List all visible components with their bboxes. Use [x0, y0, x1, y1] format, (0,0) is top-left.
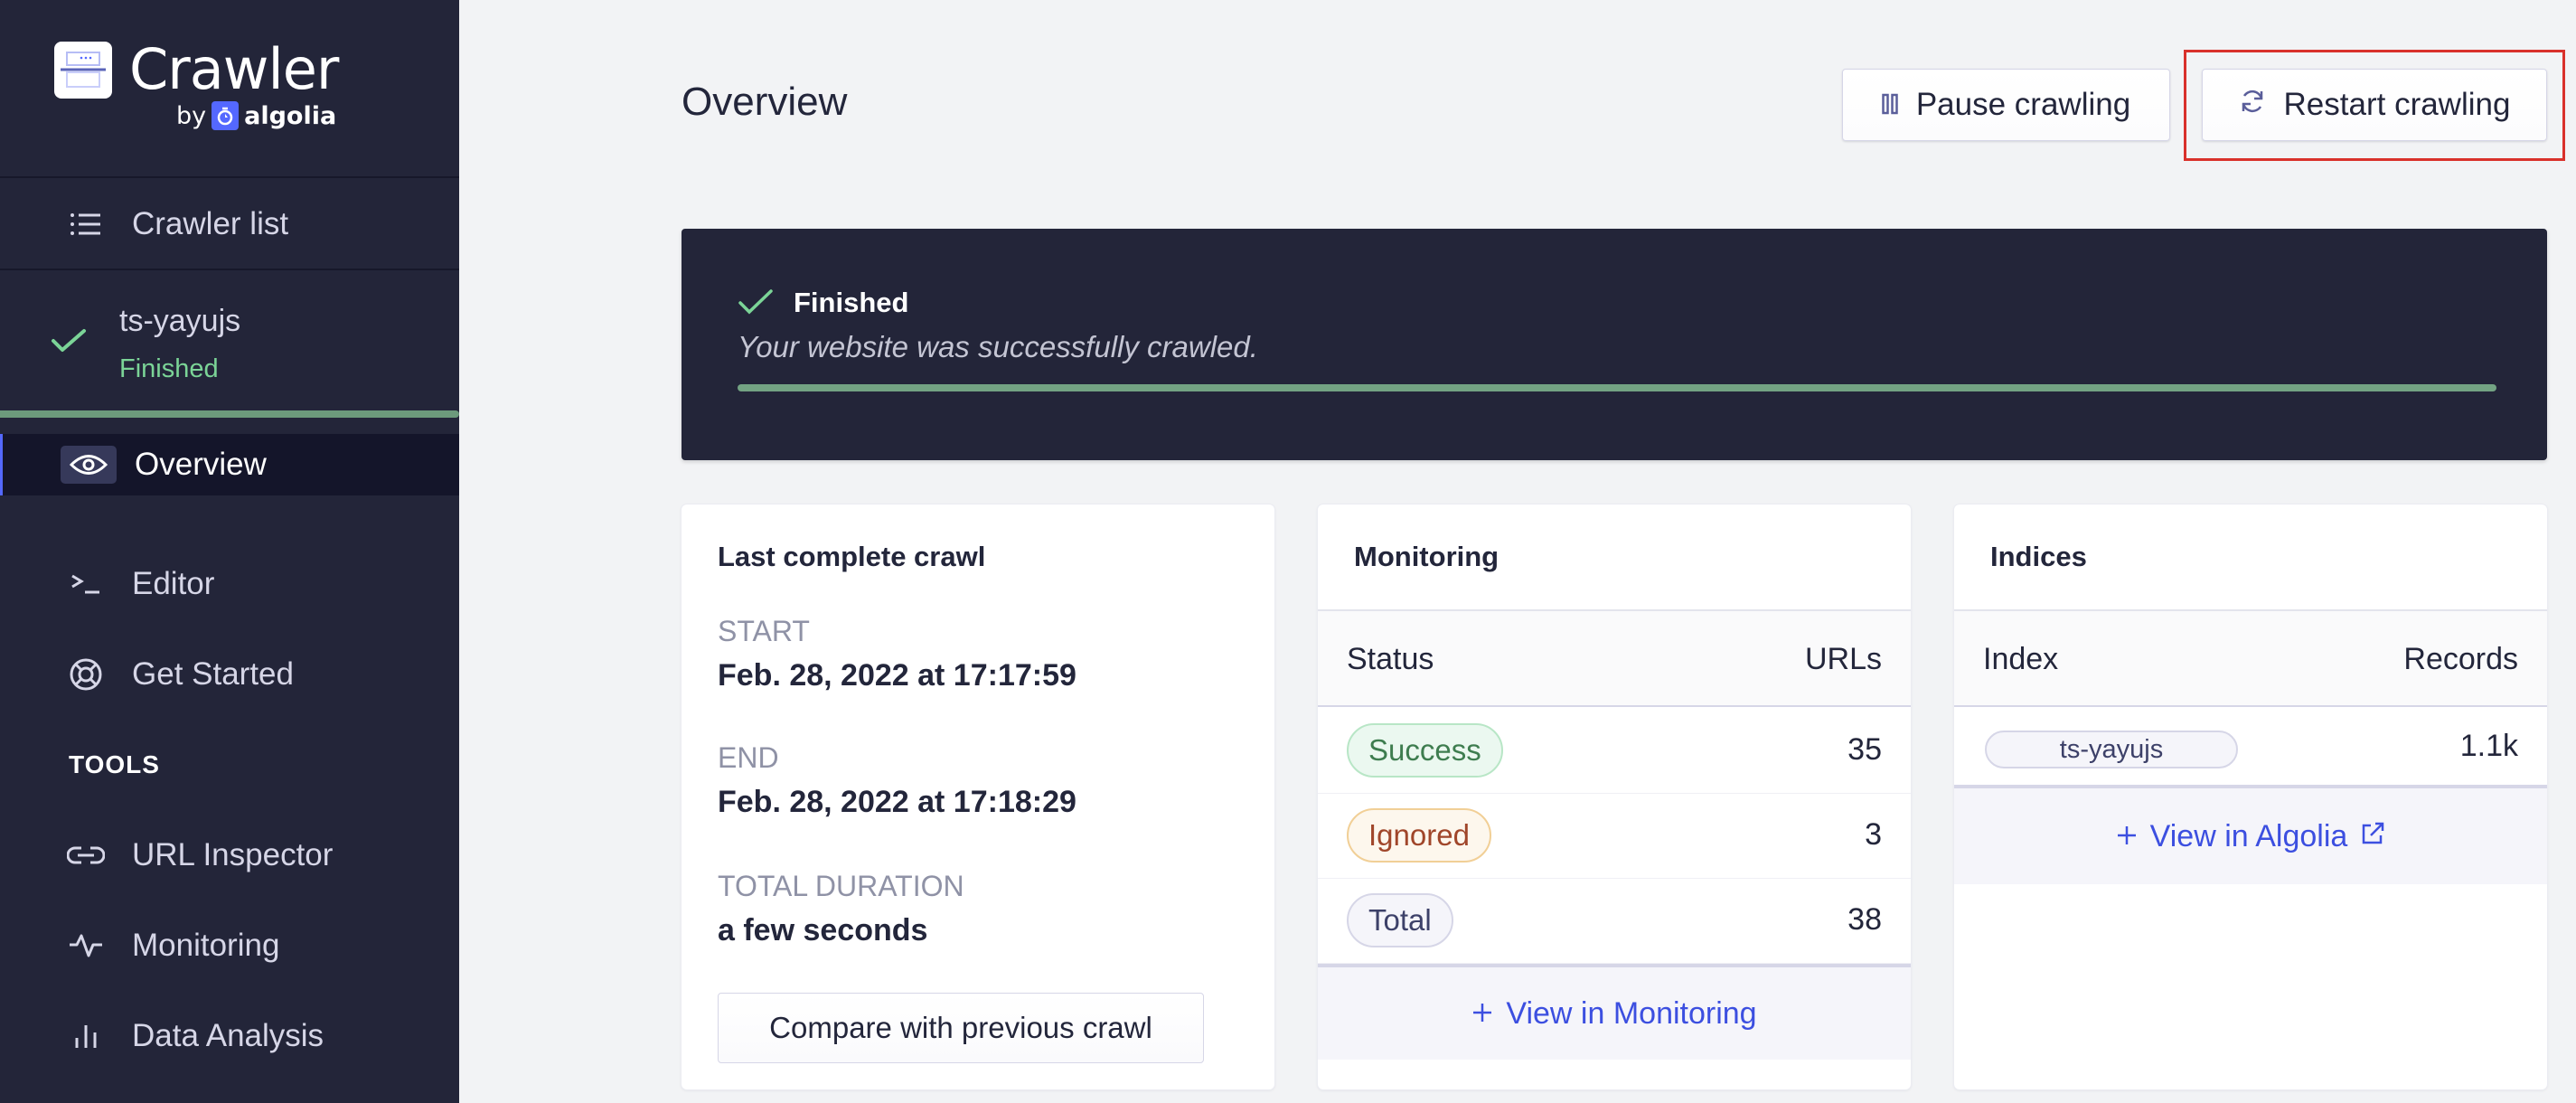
- terminal-icon: [67, 565, 105, 603]
- crawl-status-banner: Finished Your website was successfully c…: [682, 229, 2547, 460]
- table-row: Total 38: [1318, 879, 1911, 964]
- column-header-urls: URLs: [1804, 642, 1882, 676]
- last-crawl-card: Last complete crawl START Feb. 28, 2022 …: [682, 504, 1274, 1089]
- crawler-logo-icon: [54, 42, 112, 99]
- banner-progress-bar: [738, 384, 2496, 391]
- plus-icon: [2116, 819, 2138, 854]
- table-header: Status URLs: [1318, 609, 1911, 707]
- sidebar-item-label: Get Started: [132, 656, 294, 692]
- sidebar-item-label: Overview: [135, 447, 267, 482]
- current-crawler[interactable]: [0, 271, 459, 412]
- end-value: Feb. 28, 2022 at 17:18:29: [718, 785, 1076, 819]
- duration-label: TOTAL DURATION: [718, 870, 964, 902]
- algolia-logo-icon: [212, 101, 240, 130]
- tools-heading: TOOLS: [69, 750, 160, 778]
- bar-chart-icon: [67, 1017, 105, 1055]
- column-header-status: Status: [1347, 642, 1434, 676]
- sidebar: Crawler by algolia Crawler list ts-yayuj…: [0, 0, 459, 1103]
- activity-icon: [67, 927, 105, 965]
- sidebar-item-overview[interactable]: Overview: [0, 434, 459, 495]
- banner-message: Your website was successfully crawled.: [738, 330, 1258, 363]
- monitoring-card: Monitoring Status URLs Success 35 Ignore…: [1318, 504, 1911, 1089]
- view-in-monitoring-label: View in Monitoring: [1506, 995, 1757, 1031]
- sidebar-item-label: Data Analysis: [132, 1018, 324, 1053]
- table-row: Success 35: [1318, 709, 1911, 794]
- sidebar-divider: [0, 269, 459, 270]
- crawler-progress-bar: [0, 410, 459, 418]
- lifebuoy-icon: [67, 655, 105, 693]
- url-count: 38: [1847, 902, 1882, 937]
- record-count: 1.1k: [2459, 729, 2518, 763]
- card-title: Indices: [1990, 541, 2087, 572]
- view-in-monitoring-link[interactable]: View in Monitoring: [1318, 964, 1911, 1060]
- pause-crawling-label: Pause crawling: [1915, 87, 2131, 122]
- eye-icon: [61, 446, 117, 484]
- url-count: 35: [1847, 732, 1882, 767]
- app-name: Crawler: [129, 36, 339, 102]
- url-count: 3: [1865, 817, 1882, 852]
- sidebar-divider: [0, 176, 459, 178]
- sidebar-item-label: Editor: [132, 566, 215, 601]
- table-row: Ignored 3: [1318, 794, 1911, 879]
- byline-by: by: [176, 101, 207, 130]
- card-title: Monitoring: [1354, 541, 1500, 572]
- view-in-algolia-link[interactable]: View in Algolia: [1954, 788, 2547, 884]
- link-icon: [67, 836, 105, 874]
- pause-crawling-button[interactable]: Pause crawling: [1842, 69, 2170, 141]
- app-byline: by algolia: [176, 101, 336, 130]
- list-icon: [67, 205, 105, 243]
- restart-crawling-button[interactable]: Restart crawling: [2202, 69, 2547, 141]
- indices-card: Indices Index Records ts-yayujs 1.1k Vie…: [1954, 504, 2547, 1089]
- check-icon: [51, 327, 87, 359]
- status-badge-total[interactable]: Total: [1347, 893, 1453, 947]
- status-badge-success[interactable]: Success: [1347, 723, 1503, 778]
- sidebar-item-get-started[interactable]: Get Started: [0, 644, 459, 705]
- plus-icon: [1471, 996, 1493, 1032]
- pause-icon: [1882, 87, 1898, 123]
- end-label: END: [718, 741, 779, 774]
- page-title: Overview: [682, 80, 848, 124]
- check-icon: [738, 288, 774, 320]
- index-name-badge[interactable]: ts-yayujs: [1985, 731, 2238, 768]
- crawler-name: ts-yayujs: [119, 304, 241, 338]
- card-title: Last complete crawl: [718, 541, 986, 572]
- refresh-icon: [2239, 87, 2266, 123]
- view-in-algolia-label: View in Algolia: [2149, 818, 2348, 853]
- sidebar-item-url-inspector[interactable]: URL Inspector: [0, 825, 459, 886]
- sidebar-item-label: URL Inspector: [132, 837, 334, 872]
- compare-with-previous-crawl-button[interactable]: Compare with previous crawl: [718, 993, 1204, 1063]
- table-row: ts-yayujs 1.1k: [1954, 709, 2547, 788]
- sidebar-item-editor[interactable]: Editor: [0, 553, 459, 615]
- sidebar-item-crawler-list[interactable]: Crawler list: [0, 193, 459, 255]
- banner-status: Finished: [794, 287, 909, 318]
- byline-brand: algolia: [244, 101, 337, 130]
- table-header: Index Records: [1954, 609, 2547, 707]
- restart-crawling-label: Restart crawling: [2283, 87, 2511, 122]
- sidebar-item-data-analysis[interactable]: Data Analysis: [0, 1005, 459, 1067]
- column-header-records: Records: [2403, 642, 2518, 676]
- crawler-status: Finished: [119, 354, 219, 383]
- column-header-index: Index: [1983, 642, 2059, 676]
- external-link-icon: [2360, 819, 2385, 854]
- sidebar-item-label: Crawler list: [132, 206, 289, 241]
- start-value: Feb. 28, 2022 at 17:17:59: [718, 658, 1076, 693]
- duration-value: a few seconds: [718, 913, 928, 947]
- sidebar-item-label: Monitoring: [132, 928, 280, 963]
- status-badge-ignored[interactable]: Ignored: [1347, 808, 1491, 863]
- sidebar-item-monitoring[interactable]: Monitoring: [0, 915, 459, 976]
- start-label: START: [718, 615, 810, 647]
